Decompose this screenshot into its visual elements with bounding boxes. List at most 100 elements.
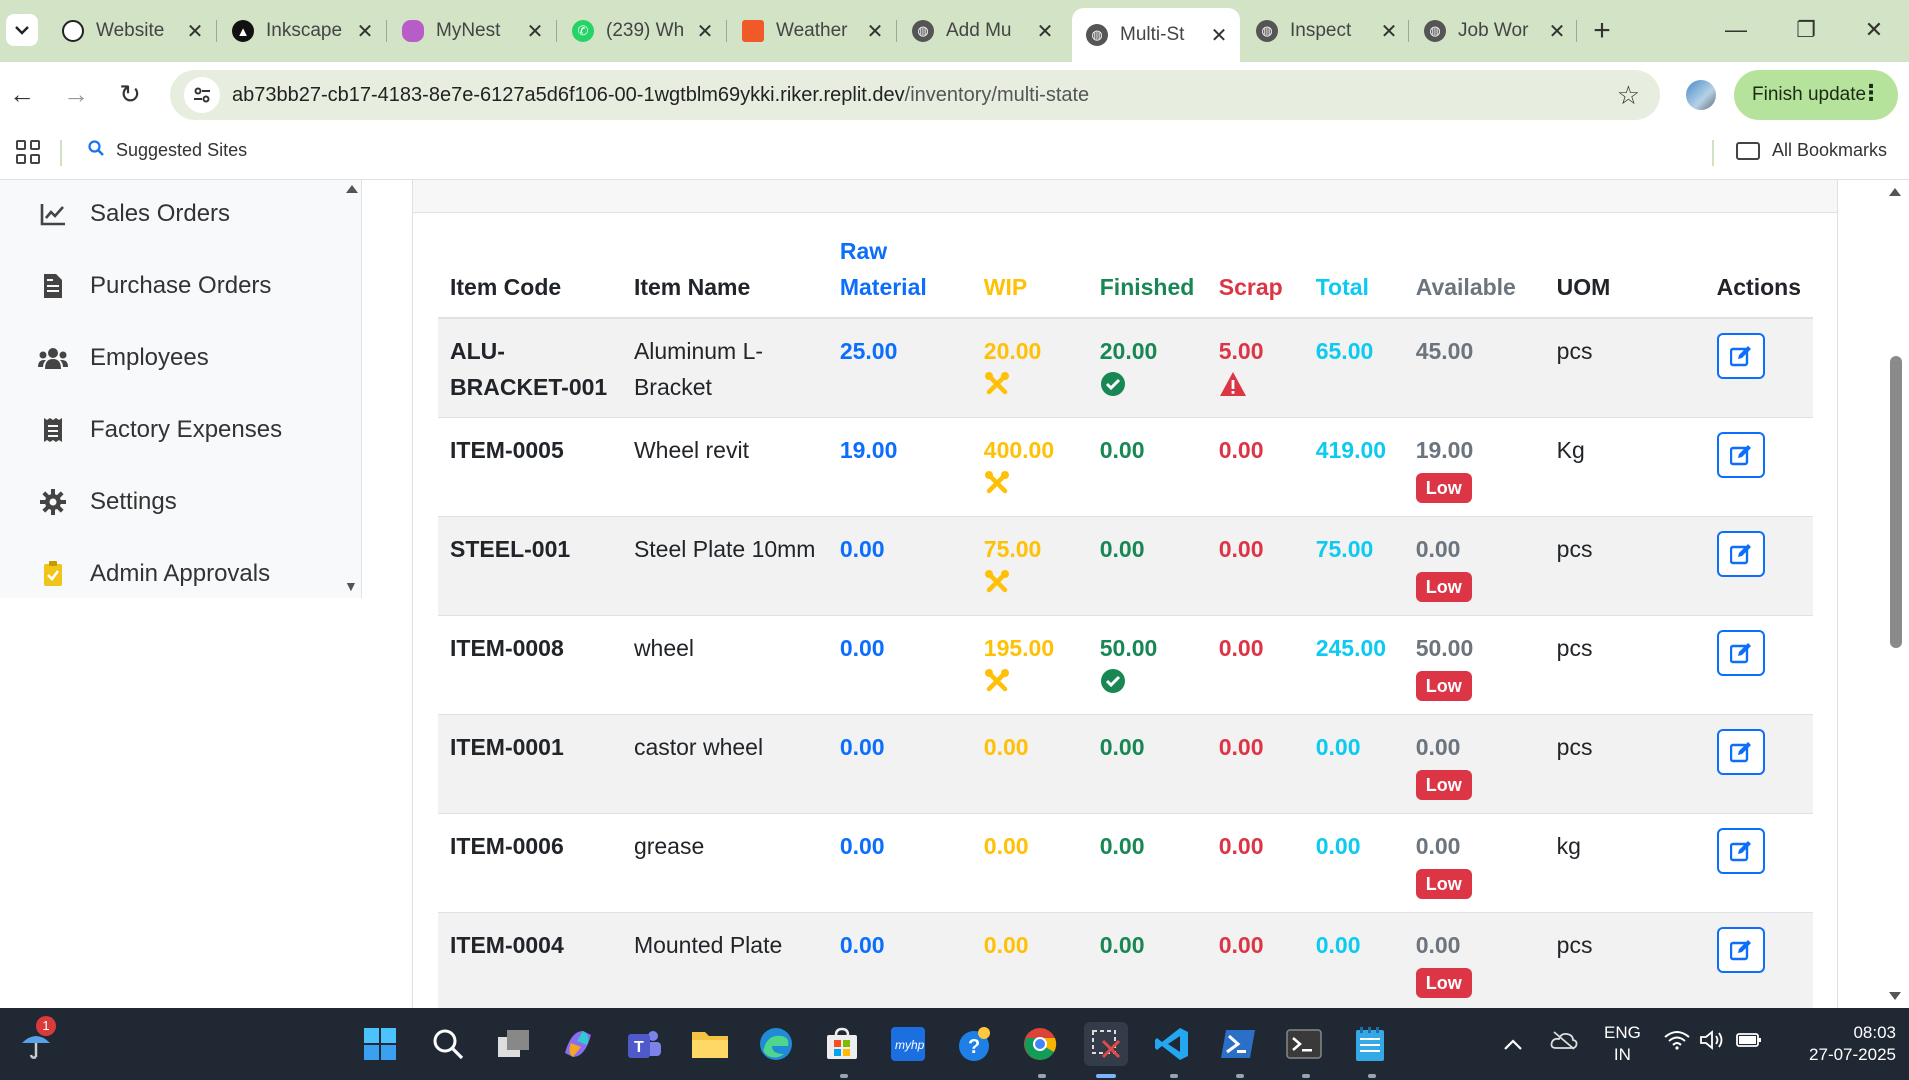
browser-tab[interactable]: ▲ Inkscape ✕ xyxy=(218,9,386,53)
low-stock-badge: Low xyxy=(1415,869,1472,899)
browser-tab[interactable]: MyNest ✕ xyxy=(388,9,556,53)
tab-close-icon[interactable]: ✕ xyxy=(1034,19,1056,44)
minimize-button[interactable]: — xyxy=(1712,12,1760,48)
browser-tab[interactable]: Website ✕ xyxy=(48,9,216,53)
sidebar-item-purchase-orders[interactable]: Purchase Orders xyxy=(38,266,271,306)
terminal-icon[interactable] xyxy=(1282,1022,1326,1066)
onedrive-icon[interactable] xyxy=(1550,1030,1578,1055)
scrap-cell: 5.00 xyxy=(1206,318,1304,418)
restore-button[interactable]: ❐ xyxy=(1782,12,1830,48)
uom-cell: pcs xyxy=(1544,912,1705,1008)
browser-tab[interactable]: ◍ Add Mu ✕ xyxy=(898,9,1066,53)
chrome-icon[interactable] xyxy=(1018,1022,1062,1066)
globe-icon: ◍ xyxy=(1424,20,1446,42)
sidebar-scroll-up[interactable] xyxy=(346,180,358,193)
bookmark-star-icon[interactable]: ☆ xyxy=(1617,80,1640,111)
battery-icon[interactable] xyxy=(1736,1030,1762,1055)
scroll-down-icon[interactable] xyxy=(1889,992,1901,1002)
forward-button[interactable]: → xyxy=(58,76,94,112)
page-scrollbar[interactable] xyxy=(1884,180,1906,1008)
tools-icon xyxy=(984,569,1076,599)
all-bookmarks-button[interactable]: All Bookmarks xyxy=(1735,140,1887,161)
browser-tab[interactable]: ◍ Job Wor ✕ xyxy=(1410,9,1578,53)
address-bar[interactable]: ab73bb27-cb17-4183-8e7e-6127a5d6f106-00-… xyxy=(170,70,1660,120)
file-explorer-icon[interactable] xyxy=(688,1022,732,1066)
browser-tab-active[interactable]: ◍ Multi-St ✕ xyxy=(1072,8,1240,62)
notepad-icon[interactable] xyxy=(1348,1022,1392,1066)
wip-cell: 195.00 xyxy=(971,615,1088,715)
suggested-sites-link[interactable]: Suggested Sites xyxy=(88,140,247,161)
language-indicator[interactable]: ENG IN xyxy=(1604,1022,1641,1066)
edit-button[interactable] xyxy=(1716,432,1765,478)
scrollbar-thumb[interactable] xyxy=(1890,356,1902,648)
col-item-name: Item Name xyxy=(621,221,828,319)
tab-close-icon[interactable]: ✕ xyxy=(1378,19,1400,44)
wip-cell: 20.00 xyxy=(971,318,1088,418)
myhp-icon[interactable]: myhp xyxy=(886,1022,930,1066)
globe-icon: ◍ xyxy=(1086,24,1108,46)
browser-tab[interactable]: ◍ Inspect ✕ xyxy=(1242,9,1410,53)
search-icon xyxy=(88,140,104,161)
back-button[interactable]: ← xyxy=(4,76,40,112)
edit-button[interactable] xyxy=(1716,729,1765,775)
sidebar: Sales Orders Purchase Orders Employees F… xyxy=(0,180,362,598)
col-finished: Finished xyxy=(1087,221,1207,319)
finish-update-button[interactable]: Finish update ⋮ xyxy=(1734,70,1898,120)
users-icon xyxy=(38,344,68,372)
table-row: ITEM-0008 wheel 0.00 195.00 50.00 0.00 245.00 5… xyxy=(438,615,1813,715)
teams-icon[interactable]: T xyxy=(622,1022,666,1066)
total-cell: 0.00 xyxy=(1303,813,1404,913)
volume-icon[interactable] xyxy=(1700,1030,1726,1055)
powershell-icon[interactable] xyxy=(1216,1022,1260,1066)
microsoft-store-icon[interactable] xyxy=(820,1022,864,1066)
browser-tab[interactable]: ✆ (239) Wh ✕ xyxy=(558,9,726,53)
tab-search-button[interactable] xyxy=(6,14,38,46)
new-tab-button[interactable]: + xyxy=(1584,14,1620,50)
vscode-icon[interactable] xyxy=(1150,1022,1194,1066)
sidebar-item-sales-orders[interactable]: Sales Orders xyxy=(38,194,230,234)
finished-cell: 0.00 xyxy=(1087,714,1207,814)
edit-button[interactable] xyxy=(1716,531,1765,577)
sidebar-item-settings[interactable]: Settings xyxy=(38,482,177,522)
col-available: Available xyxy=(1403,221,1545,319)
tab-close-icon[interactable]: ✕ xyxy=(524,19,546,44)
notification-badge: 1 xyxy=(36,1016,56,1036)
wifi-icon[interactable] xyxy=(1664,1030,1690,1055)
edit-button[interactable] xyxy=(1716,927,1765,973)
sidebar-scroll-down[interactable]: ▼ xyxy=(344,578,358,594)
profile-avatar[interactable] xyxy=(1686,80,1716,110)
browser-tab[interactable]: Weather ✕ xyxy=(728,9,896,53)
help-icon[interactable]: ? xyxy=(952,1022,996,1066)
snipping-tool-icon[interactable] xyxy=(1084,1022,1128,1066)
tab-close-icon[interactable]: ✕ xyxy=(1208,23,1230,48)
edit-button[interactable] xyxy=(1716,333,1765,379)
actions-cell xyxy=(1704,714,1813,814)
edit-button[interactable] xyxy=(1716,630,1765,676)
edit-button[interactable] xyxy=(1716,828,1765,874)
start-button[interactable] xyxy=(358,1022,402,1066)
tab-close-icon[interactable]: ✕ xyxy=(1546,19,1568,44)
item-code-cell: ITEM-0006 xyxy=(438,813,622,913)
more-menu-icon[interactable]: ⋮ xyxy=(1860,80,1882,106)
scroll-up-icon[interactable] xyxy=(1889,186,1901,196)
tab-close-icon[interactable]: ✕ xyxy=(694,19,716,44)
clipboard-check-icon xyxy=(38,560,68,588)
chevron-up-icon[interactable] xyxy=(1504,1034,1522,1055)
tab-close-icon[interactable]: ✕ xyxy=(354,19,376,44)
close-window-button[interactable]: ✕ xyxy=(1850,12,1898,48)
reload-button[interactable]: ↻ xyxy=(112,76,148,112)
task-view-icon[interactable] xyxy=(492,1022,536,1066)
edge-browser-icon[interactable] xyxy=(754,1022,798,1066)
search-icon[interactable] xyxy=(426,1022,470,1066)
item-code-cell: STEEL-001 xyxy=(438,516,622,616)
sidebar-item-employees[interactable]: Employees xyxy=(38,338,209,378)
sidebar-item-factory-expenses[interactable]: Factory Expenses xyxy=(38,410,282,450)
sidebar-item-admin-approvals[interactable]: Admin Approvals xyxy=(38,554,270,594)
weather-widget-icon[interactable]: 1 xyxy=(14,1016,58,1066)
site-info-icon[interactable] xyxy=(184,77,220,113)
copilot-icon[interactable] xyxy=(556,1022,600,1066)
tab-close-icon[interactable]: ✕ xyxy=(184,19,206,44)
tab-close-icon[interactable]: ✕ xyxy=(864,19,886,44)
clock[interactable]: 08:03 27-07-2025 xyxy=(1776,1022,1896,1066)
apps-grid-icon[interactable] xyxy=(16,140,40,164)
